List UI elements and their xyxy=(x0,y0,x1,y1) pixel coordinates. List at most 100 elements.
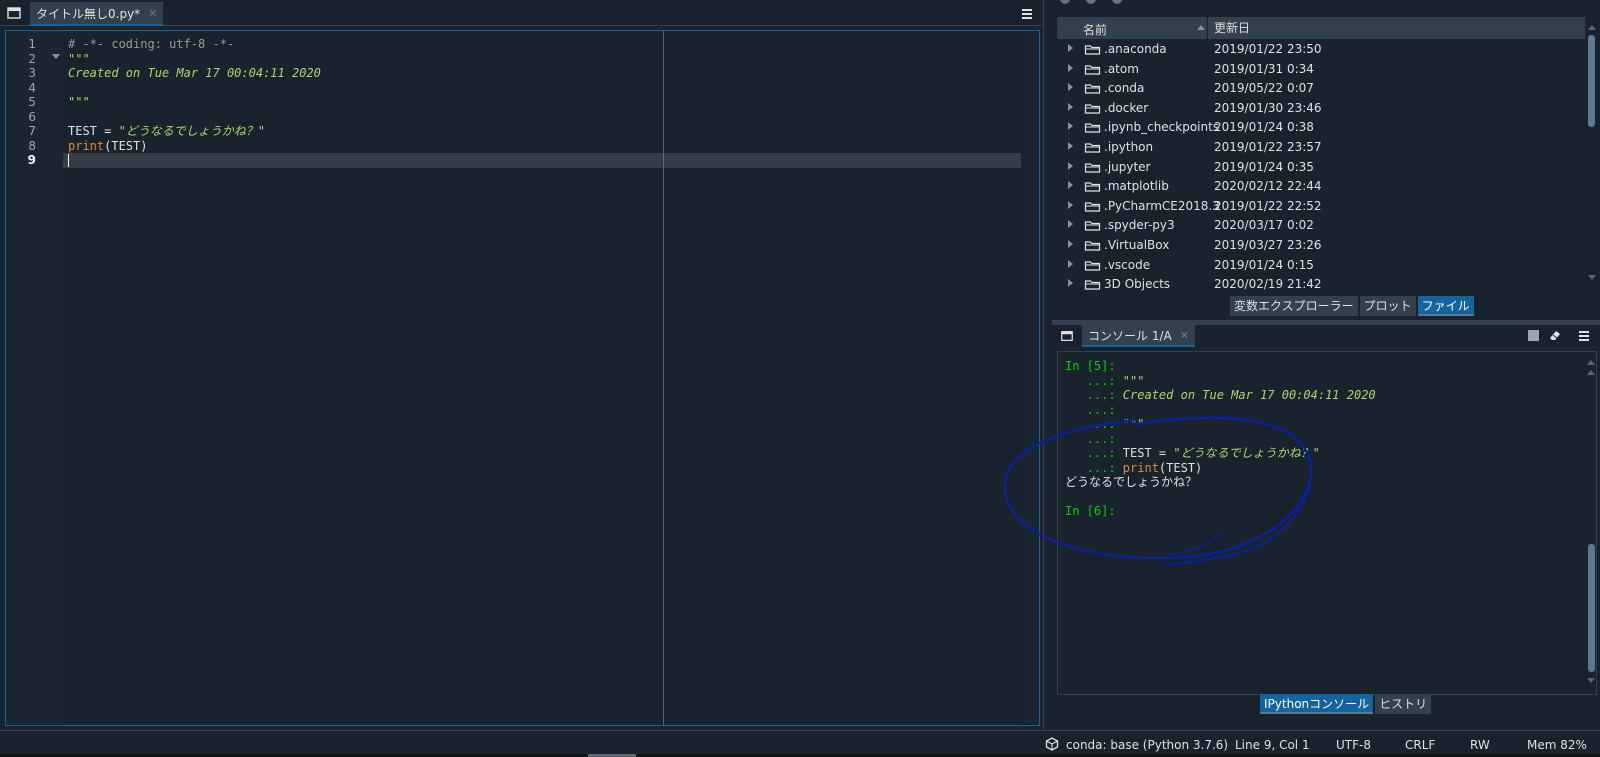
tab-variable-explorer[interactable]: 変数エクスプローラー xyxy=(1230,296,1358,316)
code-token-builtin: print xyxy=(1122,460,1159,475)
chevron-right-icon[interactable] xyxy=(1068,83,1073,92)
console-line: ...: xyxy=(1065,403,1123,418)
chevron-right-icon[interactable] xyxy=(1068,122,1073,131)
file-tree-row[interactable]: .ipynb_checkpoints 2019/01/24 0:38 xyxy=(1057,117,1585,137)
code-area[interactable]: # -*- coding: utf-8 -*- """ Created on T… xyxy=(63,31,1021,725)
code-token-docstring: Created on Tue Mar 17 00:04:11 2020 xyxy=(1122,388,1376,402)
files-scrollbar[interactable] xyxy=(1585,17,1599,294)
code-line-2: """ xyxy=(68,52,90,66)
file-tree-row[interactable]: .conda 2019/05/22 0:07 xyxy=(1057,78,1585,98)
console-tab[interactable]: コンソール 1/A ✕ xyxy=(1082,325,1195,347)
scroll-up-icon[interactable] xyxy=(1588,25,1596,30)
line-number: 3 xyxy=(28,66,36,80)
eraser-icon[interactable] xyxy=(1548,328,1562,342)
hamburger-menu-icon[interactable] xyxy=(1019,6,1035,22)
editor-tab[interactable]: タイトル無し0.py* ✕ xyxy=(30,2,164,26)
chevron-right-icon[interactable] xyxy=(1068,220,1073,229)
fold-toggle-icon[interactable] xyxy=(52,54,60,59)
chevron-right-icon[interactable] xyxy=(1068,181,1073,190)
vertical-splitter[interactable] xyxy=(1043,0,1052,730)
file-modified-date: 2019/05/22 0:07 xyxy=(1214,81,1314,96)
folder-icon xyxy=(1084,162,1101,173)
conda-environment-icon xyxy=(1045,737,1059,751)
console-scrollbar[interactable] xyxy=(1586,356,1596,690)
file-name: .ipynb_checkpoints xyxy=(1104,120,1220,135)
file-tree-row[interactable]: .docker 2019/01/30 23:46 xyxy=(1057,98,1585,118)
tab-plots[interactable]: プロット xyxy=(1359,296,1416,316)
editor-tab-label: タイトル無し0.py* xyxy=(36,6,141,21)
continuation-prompt: ...: xyxy=(1065,417,1123,431)
code-editor[interactable]: 1 2 3 4 5 6 7 8 9 # -*- coding: utf-8 -*… xyxy=(5,30,1040,726)
file-tree-row[interactable]: .atom 2019/01/31 0:34 xyxy=(1057,59,1585,79)
folder-icon xyxy=(1084,241,1101,251)
chevron-right-icon[interactable] xyxy=(1068,240,1073,248)
code-token-docstring: """ xyxy=(1122,417,1145,431)
ipython-console[interactable]: In [5]: ...: """ ...: Created on Tue Mar… xyxy=(1057,351,1597,695)
close-icon[interactable]: ✕ xyxy=(148,7,157,20)
scroll-down-icon[interactable] xyxy=(1587,678,1595,683)
code-line-5: """ xyxy=(68,95,90,109)
file-name: .ipython xyxy=(1104,140,1154,154)
tab-ipython-console[interactable]: IPythonコンソール xyxy=(1260,694,1374,714)
status-conda-env[interactable]: conda: base (Python 3.7.6) xyxy=(1066,738,1228,752)
tab-history[interactable]: ヒストリ xyxy=(1375,694,1432,714)
file-name: .matplotlib xyxy=(1104,179,1169,194)
continuation-prompt: ...: xyxy=(1065,431,1123,446)
file-modified-date: 2019/01/24 0:35 xyxy=(1214,159,1314,174)
folder-icon xyxy=(1084,260,1101,271)
scrollbar-thumb[interactable] xyxy=(1588,35,1595,127)
line-number: 2 xyxy=(28,52,36,66)
tab-files[interactable]: ファイル xyxy=(1417,296,1474,316)
status-cursor-position: Line 9, Col 1 xyxy=(1235,738,1310,752)
chevron-right-icon[interactable] xyxy=(1068,102,1073,111)
console-line: ...: xyxy=(1065,432,1123,447)
editor-scrollbar[interactable] xyxy=(1023,33,1037,723)
scrollbar-thumb[interactable] xyxy=(1588,544,1595,672)
line-number-current: 9 xyxy=(27,153,36,167)
code-line-8: print(TEST) xyxy=(68,139,147,154)
file-tree-row[interactable]: .anaconda 2019/01/22 23:50 xyxy=(1057,39,1585,59)
console-prompt: In [5]: xyxy=(1065,359,1116,373)
circle-icon xyxy=(1112,0,1122,4)
file-tree-row[interactable]: .vscode 2019/01/24 0:15 xyxy=(1057,255,1585,275)
scroll-down-icon[interactable] xyxy=(1588,275,1596,280)
chevron-right-icon[interactable] xyxy=(1068,259,1073,268)
file-tree-row[interactable]: .matplotlib 2020/02/12 22:44 xyxy=(1057,176,1585,196)
status-permissions: RW xyxy=(1470,738,1490,752)
scroll-up-icon[interactable] xyxy=(1587,360,1595,365)
continuation-prompt: ...: xyxy=(1065,446,1123,460)
file-tree-row[interactable]: .spyder-py3 2020/03/17 0:02 xyxy=(1057,215,1585,235)
chevron-right-icon[interactable] xyxy=(1068,63,1073,72)
sort-ascending-icon[interactable] xyxy=(1197,25,1205,30)
scroll-up-icon[interactable] xyxy=(1587,370,1595,375)
file-tree-row[interactable]: .jupyter 2019/01/24 0:35 xyxy=(1057,157,1585,177)
chevron-right-icon[interactable] xyxy=(1068,161,1073,170)
chevron-right-icon[interactable] xyxy=(1068,279,1073,288)
folder-icon xyxy=(1084,182,1101,192)
chevron-right-icon[interactable] xyxy=(1068,44,1073,52)
window-undock-icon[interactable] xyxy=(6,5,22,21)
file-tree-row[interactable]: .PyCharmCE2018.3 2019/01/22 22:52 xyxy=(1057,196,1585,216)
console-tab-label: コンソール 1/A xyxy=(1088,328,1172,343)
chevron-right-icon[interactable] xyxy=(1068,142,1073,150)
file-name: .VirtualBox xyxy=(1104,238,1170,252)
edge-line xyxy=(663,31,664,725)
column-header-name[interactable]: 名前 xyxy=(1083,21,1107,38)
console-line: ...: """ xyxy=(1065,374,1145,389)
file-tree-row[interactable]: 3D Objects 2020/02/19 21:42 xyxy=(1057,274,1585,294)
circle-icon xyxy=(1060,0,1070,4)
chevron-right-icon[interactable] xyxy=(1068,200,1073,209)
file-tree-row[interactable]: .VirtualBox 2019/03/27 23:26 xyxy=(1057,235,1585,255)
console-line: ...: print(TEST) xyxy=(1065,460,1203,476)
folder-icon xyxy=(1084,45,1101,55)
stop-icon[interactable] xyxy=(1528,330,1539,341)
window-undock-icon[interactable] xyxy=(1060,329,1074,343)
folder-icon xyxy=(1084,123,1101,133)
file-tree-row[interactable]: .ipython 2019/01/22 23:57 xyxy=(1057,137,1585,157)
file-name: .atom xyxy=(1104,61,1139,76)
close-icon[interactable]: ✕ xyxy=(1180,329,1189,342)
hamburger-menu-icon[interactable] xyxy=(1576,328,1592,344)
continuation-prompt: ...: xyxy=(1065,460,1123,475)
column-header-date[interactable]: 更新日 xyxy=(1207,17,1250,39)
console-line: ...: TEST = "どうなるでしょうかね？" xyxy=(1065,446,1320,461)
